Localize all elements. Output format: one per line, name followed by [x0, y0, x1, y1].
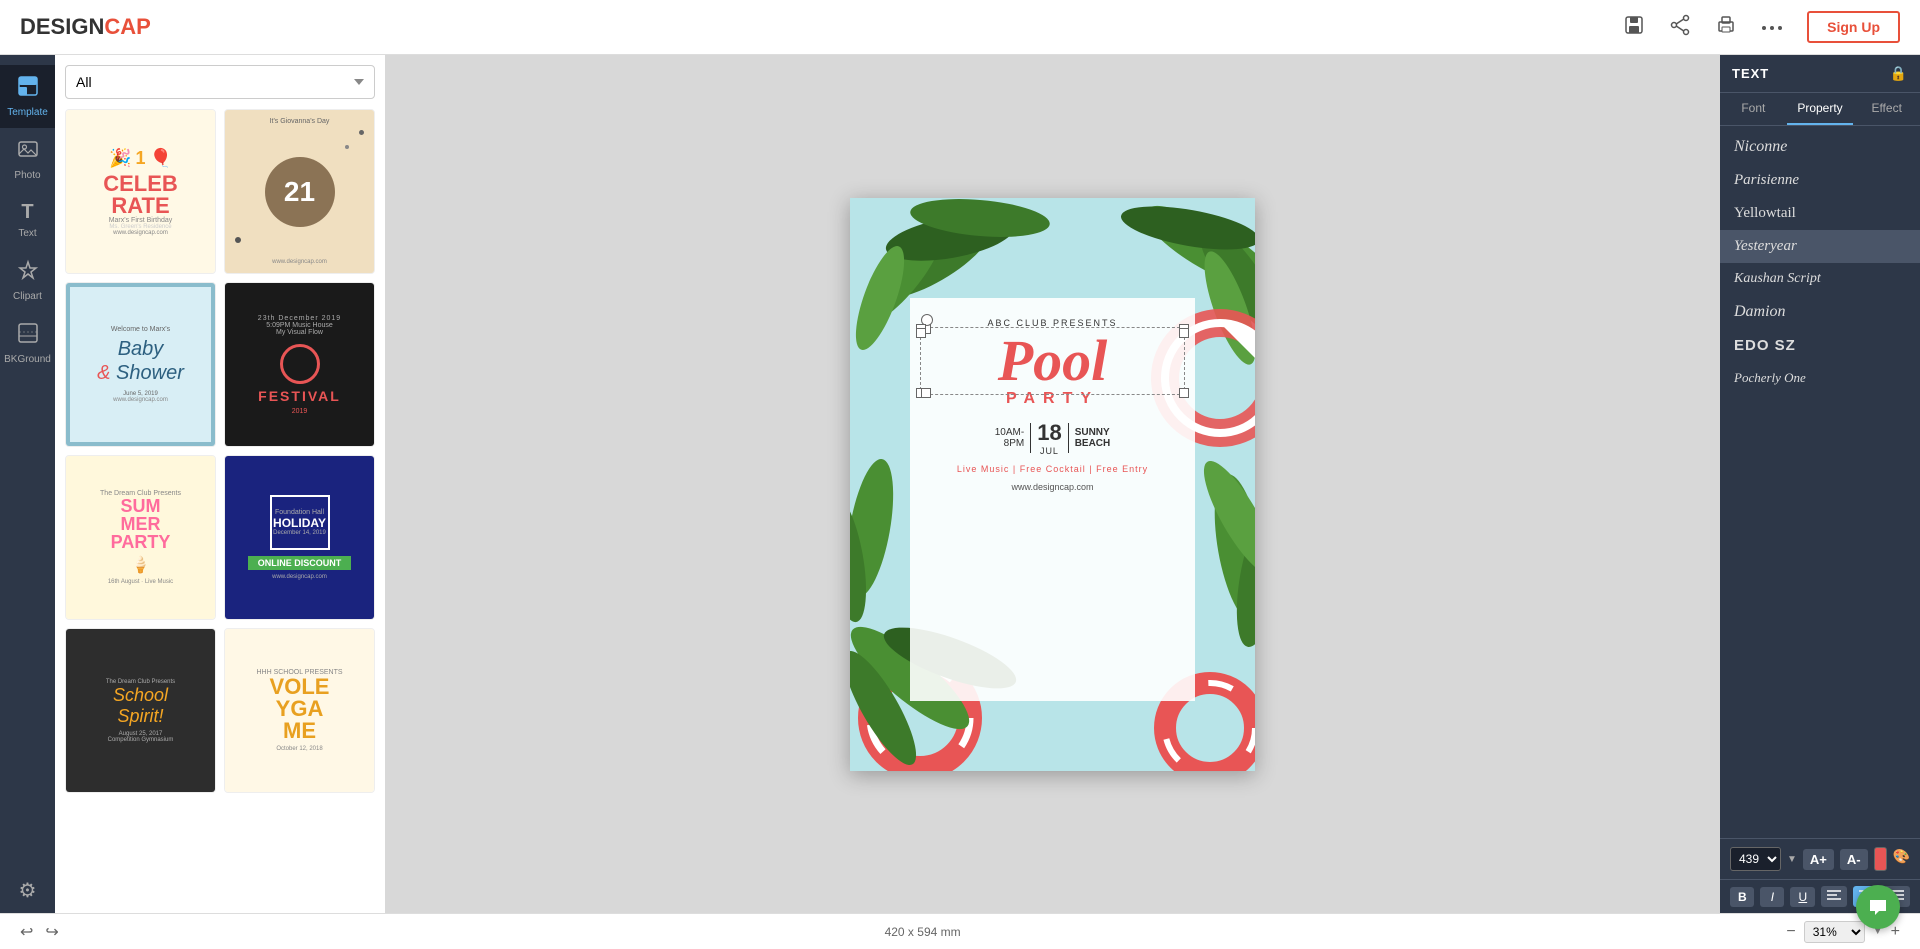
sidebar-label-bkground: BKGround: [4, 354, 51, 365]
sidebar-item-settings[interactable]: ⚙: [0, 868, 55, 913]
school-title: SchoolSpirit!: [113, 685, 168, 727]
card21-number: 21: [284, 176, 315, 208]
festival-title: FESTIVAL: [258, 388, 341, 404]
logo-design: DESIGN: [20, 14, 104, 39]
filter-row: All Birthday Party Holiday Sports: [65, 65, 375, 99]
top-actions: Sign Up: [1623, 11, 1900, 43]
template-card-celebrate[interactable]: 🎉 1 🎈 CELEBRATE Marx's First Birthday Ms…: [65, 109, 216, 274]
sidebar-label-photo: Photo: [14, 170, 40, 181]
redo-button[interactable]: ↪: [45, 922, 58, 942]
tab-font[interactable]: Font: [1720, 93, 1787, 125]
sidebar-item-photo[interactable]: Photo: [0, 128, 55, 191]
undo-button[interactable]: ↩: [20, 922, 33, 942]
canvas-size-label: 420 x 594 mm: [885, 925, 961, 939]
topbar: DESIGNCAP Sign Up: [0, 0, 1920, 55]
underline-button[interactable]: U: [1790, 887, 1814, 907]
main-layout: Template Photo T Text Clipart BKGround: [0, 55, 1920, 913]
font-item-pocherly[interactable]: Pocherly One: [1720, 362, 1920, 394]
poster-main-text[interactable]: Pool: [925, 332, 1180, 390]
celebrate-title: CELEBRATE: [103, 173, 178, 217]
template-card-summer[interactable]: The Dream Club Presents SUMMERPARTY 🍦 16…: [65, 455, 216, 620]
poster-date: 18 JUL: [1037, 420, 1061, 456]
sidebar-bottom: ⚙: [0, 868, 55, 913]
zoom-in-button[interactable]: +: [1891, 923, 1900, 941]
logo: DESIGNCAP: [20, 14, 151, 40]
poster-content-box: ABC CLUB PRESENTS Pool: [910, 298, 1195, 701]
text-icon: T: [21, 201, 33, 224]
celebrate-sub: Marx's First Birthday: [109, 217, 173, 224]
font-list: Niconne Parisienne Yellowtail Yesteryear…: [1720, 126, 1920, 838]
sidebar-item-clipart[interactable]: Clipart: [0, 249, 55, 312]
sidebar-label-template: Template: [7, 107, 48, 118]
font-item-kaushan[interactable]: Kaushan Script: [1720, 263, 1920, 295]
save-icon[interactable]: [1623, 14, 1645, 41]
zoom-out-button[interactable]: −: [1786, 923, 1795, 941]
bkground-icon: [17, 322, 39, 350]
font-item-edosz[interactable]: EDO SZ: [1720, 329, 1920, 362]
align-left-button[interactable]: [1821, 886, 1847, 907]
template-panel: All Birthday Party Holiday Sports 🎉 1 🎈 …: [55, 55, 385, 913]
font-item-yellowtail[interactable]: Yellowtail: [1720, 197, 1920, 230]
right-panel-tabs: Font Property Effect: [1720, 93, 1920, 126]
sidebar-item-template[interactable]: Template: [0, 65, 55, 128]
template-icon: [17, 75, 39, 103]
sidebar-label-text: Text: [18, 228, 36, 239]
font-color-swatch[interactable]: [1874, 847, 1887, 871]
font-size-select[interactable]: 439 200 128 96 72 64 48: [1730, 847, 1781, 871]
template-grid: 🎉 1 🎈 CELEBRATE Marx's First Birthday Ms…: [65, 109, 375, 793]
poster-time-row: 10AM- 8PM 18 JUL SUNNY BEACH: [995, 420, 1111, 456]
bottom-bar: ↩ ↪ 420 x 594 mm − 31% 50% 75% 100% ▼ +: [0, 913, 1920, 949]
font-item-niconne[interactable]: Niconne: [1720, 130, 1920, 164]
poster-time: 10AM- 8PM: [995, 427, 1024, 449]
poster-website: www.designcap.com: [1011, 482, 1093, 492]
template-card-21[interactable]: It's Giovanna's Day 21 www.designcap.com: [224, 109, 375, 274]
font-item-yesteryear[interactable]: Yesteryear: [1720, 230, 1920, 263]
photo-icon: [17, 138, 39, 166]
font-increase-button[interactable]: A+: [1803, 849, 1834, 870]
poster-location: SUNNY BEACH: [1075, 427, 1111, 449]
font-size-row: 439 200 128 96 72 64 48 ▼ A+ A- 🎨: [1720, 838, 1920, 879]
tab-effect[interactable]: Effect: [1853, 93, 1920, 125]
signup-button[interactable]: Sign Up: [1807, 11, 1900, 43]
template-card-holiday[interactable]: Foundation Hall HOLIDAY December 14, 201…: [224, 455, 375, 620]
canvas-area: ABC CLUB PRESENTS Pool: [385, 55, 1720, 913]
font-item-damion[interactable]: Damion: [1720, 295, 1920, 329]
right-panel-header: TEXT 🔒: [1720, 55, 1920, 93]
bold-button[interactable]: B: [1730, 887, 1754, 907]
italic-button[interactable]: I: [1760, 887, 1784, 907]
template-card-baby[interactable]: Welcome to Marx's Baby& Shower June 5, 2…: [65, 282, 216, 447]
print-icon[interactable]: [1715, 14, 1737, 41]
voley-title: VOLEYGAME: [270, 676, 330, 742]
chat-bubble[interactable]: [1856, 885, 1900, 929]
right-panel-title: TEXT: [1732, 66, 1769, 81]
poster-presents: ABC CLUB PRESENTS: [987, 318, 1117, 328]
zoom-select[interactable]: 31% 50% 75% 100%: [1804, 921, 1865, 943]
holiday-title: HOLIDAY: [273, 516, 326, 530]
more-icon[interactable]: [1761, 17, 1783, 38]
left-sidebar: Template Photo T Text Clipart BKGround: [0, 55, 55, 913]
category-filter[interactable]: All Birthday Party Holiday Sports: [65, 65, 375, 99]
sidebar-item-text[interactable]: T Text: [0, 191, 55, 249]
font-decrease-button[interactable]: A-: [1840, 849, 1868, 870]
logo-cap: CAP: [104, 14, 150, 39]
chevron-down-icon: ▼: [1787, 854, 1797, 865]
sidebar-label-clipart: Clipart: [13, 291, 42, 302]
right-panel: TEXT 🔒 Font Property Effect Niconne Pari…: [1720, 55, 1920, 913]
font-item-parisienne[interactable]: Parisienne: [1720, 164, 1920, 197]
poster[interactable]: ABC CLUB PRESENTS Pool: [850, 198, 1255, 771]
poster-amenities: Live Music | Free Cocktail | Free Entry: [957, 464, 1148, 474]
template-card-voley[interactable]: HHH SCHOOL PRESENTS VOLEYGAME October 12…: [224, 628, 375, 793]
celebrate-url: www.designcap.com: [113, 230, 168, 236]
undo-redo-group: ↩ ↪: [20, 922, 59, 942]
color-palette-icon[interactable]: 🎨: [1893, 848, 1910, 870]
lock-icon[interactable]: 🔒: [1890, 65, 1908, 82]
summer-title: SUMMERPARTY: [111, 497, 171, 551]
template-card-school[interactable]: The Dream Club Presents SchoolSpirit! Au…: [65, 628, 216, 793]
clipart-icon: [17, 259, 39, 287]
sidebar-item-bkground[interactable]: BKGround: [0, 312, 55, 375]
share-icon[interactable]: [1669, 14, 1691, 41]
settings-icon: ⚙: [19, 878, 37, 903]
tab-property[interactable]: Property: [1787, 93, 1854, 125]
template-card-festival[interactable]: 23th December 2019 5:09PM Music House My…: [224, 282, 375, 447]
